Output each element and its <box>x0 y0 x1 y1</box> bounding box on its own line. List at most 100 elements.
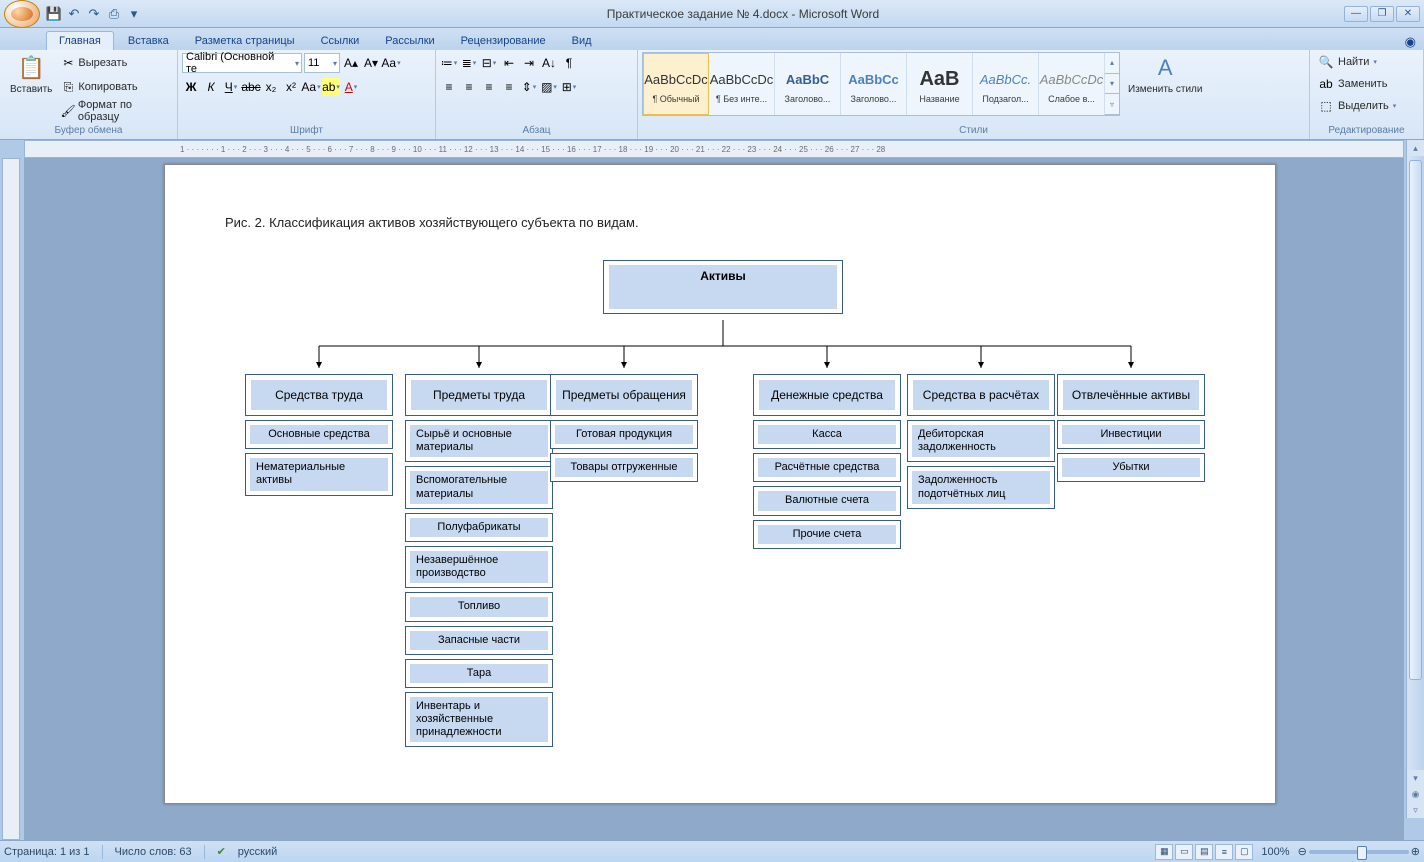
numbering-button[interactable]: ≣ <box>460 54 478 72</box>
group-editing: 🔍Найти▾ abЗаменить ⬚Выделить▾ Редактиров… <box>1310 50 1424 139</box>
paste-button[interactable]: 📋 Вставить <box>4 52 58 97</box>
font-name-combo[interactable]: Calibri (Основной те <box>182 53 302 73</box>
align-right-button[interactable]: ≡ <box>480 78 498 96</box>
highlight-button[interactable]: ab <box>322 78 340 96</box>
change-styles-button[interactable]: A Изменить стили <box>1122 52 1208 97</box>
multilevel-button[interactable]: ⊟ <box>480 54 498 72</box>
replace-button[interactable]: abЗаменить <box>1314 74 1400 94</box>
redo-icon[interactable]: ↷ <box>86 6 102 22</box>
tab-layout[interactable]: Разметка страницы <box>183 32 307 50</box>
tab-home[interactable]: Главная <box>46 31 114 50</box>
paste-icon: 📋 <box>15 54 47 82</box>
view-web-button[interactable]: ▤ <box>1195 844 1213 860</box>
italic-button[interactable]: К <box>202 78 220 96</box>
status-page[interactable]: Страница: 1 из 1 <box>4 846 90 858</box>
tab-view[interactable]: Вид <box>560 32 604 50</box>
superscript-button[interactable]: x² <box>282 78 300 96</box>
tab-insert[interactable]: Вставка <box>116 32 181 50</box>
select-button[interactable]: ⬚Выделить▾ <box>1314 96 1400 116</box>
style-item[interactable]: AaBbCcЗаголово... <box>841 53 907 115</box>
document-area[interactable]: Рис. 2. Классификация активов хозяйствую… <box>24 158 1404 840</box>
cut-icon: ✂ <box>60 55 76 71</box>
view-draft-button[interactable]: ▢ <box>1235 844 1253 860</box>
style-item[interactable]: AaBbCcDcСлабое в... <box>1039 53 1105 115</box>
office-button[interactable] <box>4 0 40 28</box>
find-button[interactable]: 🔍Найти▾ <box>1314 52 1400 72</box>
vertical-ruler[interactable] <box>2 158 20 840</box>
strike-button[interactable]: abc <box>242 78 260 96</box>
cut-button[interactable]: ✂Вырезать <box>60 52 173 74</box>
close-button[interactable]: ✕ <box>1396 6 1420 22</box>
bullets-button[interactable]: ≔ <box>440 54 458 72</box>
view-outline-button[interactable]: ≡ <box>1215 844 1233 860</box>
font-size-combo[interactable]: 11 <box>304 53 340 73</box>
diagram-item-box: Валютные счета <box>753 486 901 515</box>
diagram-category-box: Денежные средства <box>753 374 901 416</box>
style-item[interactable]: AaBbCc.Подзагол... <box>973 53 1039 115</box>
align-center-button[interactable]: ≡ <box>460 78 478 96</box>
underline-button[interactable]: Ч <box>222 78 240 96</box>
help-icon[interactable]: ◉ <box>1405 34 1416 50</box>
vertical-scrollbar[interactable]: ▴ ▾ ◉ ▿ <box>1406 140 1424 818</box>
zoom-out-button[interactable]: ⊖ <box>1298 845 1307 858</box>
save-icon[interactable]: 💾 <box>46 6 62 22</box>
grow-font-button[interactable]: A▴ <box>342 54 360 72</box>
undo-icon[interactable]: ↶ <box>66 6 82 22</box>
diagram-item-box: Тара <box>405 659 553 688</box>
maximize-button[interactable]: ❐ <box>1370 6 1394 22</box>
diagram-item-box: Готовая продукция <box>550 420 698 449</box>
zoom-in-button[interactable]: ⊕ <box>1411 845 1420 858</box>
style-item[interactable]: AaBНазвание <box>907 53 973 115</box>
clear-format-button[interactable]: Aa <box>382 54 400 72</box>
format-painter-button[interactable]: 🖌Формат по образцу <box>60 100 173 122</box>
view-fullscreen-button[interactable]: ▭ <box>1175 844 1193 860</box>
horizontal-ruler[interactable]: 1 · · · · · · · 1 · · · 2 · · · 3 · · · … <box>24 140 1404 158</box>
copy-button[interactable]: ⎘Копировать <box>60 76 173 98</box>
style-item[interactable]: AaBbCcDc¶ Обычный <box>643 53 709 115</box>
line-spacing-button[interactable]: ⇕ <box>520 78 538 96</box>
next-page-icon[interactable]: ▿ <box>1407 802 1424 818</box>
indent-decrease-button[interactable]: ⇤ <box>500 54 518 72</box>
diagram-item-box: Расчётные средства <box>753 453 901 482</box>
subscript-button[interactable]: x₂ <box>262 78 280 96</box>
ribbon-tabs: Главная Вставка Разметка страницы Ссылки… <box>0 28 1424 50</box>
zoom-level[interactable]: 100% <box>1261 846 1289 858</box>
group-label-paragraph: Абзац <box>440 124 633 137</box>
styles-gallery[interactable]: AaBbCcDc¶ Обычный AaBbCcDc¶ Без инте... … <box>642 52 1120 116</box>
bold-button[interactable]: Ж <box>182 78 200 96</box>
diagram-item-box: Касса <box>753 420 901 449</box>
show-marks-button[interactable]: ¶ <box>560 54 578 72</box>
indent-increase-button[interactable]: ⇥ <box>520 54 538 72</box>
gallery-more[interactable]: ▴▾▿ <box>1105 53 1119 115</box>
prev-page-icon[interactable]: ◉ <box>1407 786 1424 802</box>
scroll-up-icon[interactable]: ▴ <box>1407 140 1424 156</box>
tab-review[interactable]: Рецензирование <box>449 32 558 50</box>
tab-references[interactable]: Ссылки <box>309 32 372 50</box>
shading-button[interactable]: ▨ <box>540 78 558 96</box>
borders-button[interactable]: ⊞ <box>560 78 578 96</box>
diagram-item-box: Вспомогательные материалы <box>405 466 553 508</box>
change-case-button[interactable]: Aa <box>302 78 320 96</box>
shrink-font-button[interactable]: A▾ <box>362 54 380 72</box>
qat-more-icon[interactable]: ▾ <box>126 6 142 22</box>
scroll-thumb[interactable] <box>1409 160 1422 680</box>
style-item[interactable]: AaBbCcDc¶ Без инте... <box>709 53 775 115</box>
minimize-button[interactable]: — <box>1344 6 1368 22</box>
diagram-category-box: Предметы обращения <box>550 374 698 416</box>
zoom-slider[interactable] <box>1309 850 1409 854</box>
scroll-down-icon[interactable]: ▾ <box>1407 770 1424 786</box>
sort-button[interactable]: A↓ <box>540 54 558 72</box>
justify-button[interactable]: ≡ <box>500 78 518 96</box>
diagram-item-box: Убытки <box>1057 453 1205 482</box>
style-item[interactable]: AaBbCЗаголово... <box>775 53 841 115</box>
view-print-layout-button[interactable]: ▦ <box>1155 844 1173 860</box>
page: Рис. 2. Классификация активов хозяйствую… <box>164 164 1276 804</box>
font-color-button[interactable]: A <box>342 78 360 96</box>
print-icon[interactable]: ⎙ <box>106 6 122 22</box>
status-word-count[interactable]: Число слов: 63 <box>115 846 192 858</box>
tab-mailings[interactable]: Рассылки <box>373 32 446 50</box>
status-language[interactable]: русский <box>238 846 277 858</box>
diagram-column: Предметы трудаСырьё и основные материалы… <box>405 374 553 747</box>
spellcheck-icon[interactable]: ✔ <box>217 845 226 858</box>
align-left-button[interactable]: ≡ <box>440 78 458 96</box>
